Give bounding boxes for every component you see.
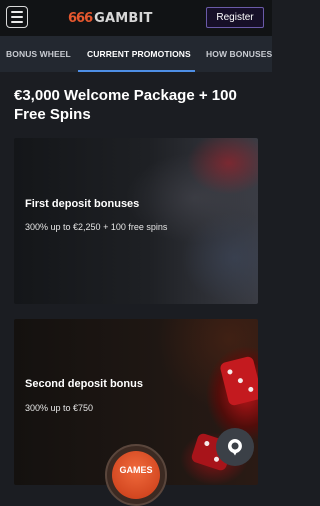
card-title: Second deposit bonus [25,378,143,390]
top-header: 666 GAMBIT Register [0,0,272,36]
card-title: First deposit bonuses [25,198,140,210]
card-subtitle: 300% up to €2,250 + 100 free spins [25,222,168,232]
red-die-image [219,355,258,407]
active-tab-indicator [78,70,195,72]
games-label: GAMES [112,451,160,499]
logo-text: GAMBIT [94,10,153,26]
promo-card-first-deposit[interactable]: First deposit bonuses 300% up to €2,250 … [14,138,258,304]
promotions-tabs: BONUS WHEEL CURRENT PROMOTIONS HOW BONUS… [0,36,272,72]
tab-current-promotions[interactable]: CURRENT PROMOTIONS [87,36,191,72]
hamburger-menu-icon[interactable] [6,6,28,28]
tab-how-bonuses[interactable]: HOW BONUSES [206,36,272,72]
gambit-logo[interactable]: 666 GAMBIT [68,9,153,27]
games-button[interactable]: GAMES [105,444,167,506]
logo-mark: 666 [68,10,93,26]
page-title: €3,000 Welcome Package + 100 Free Spins [14,87,237,123]
register-button[interactable]: Register [206,7,264,28]
chat-bubble-icon[interactable] [216,428,254,466]
tab-bonus-wheel[interactable]: BONUS WHEEL [6,36,71,72]
card-subtitle: 300% up to €750 [25,403,94,413]
